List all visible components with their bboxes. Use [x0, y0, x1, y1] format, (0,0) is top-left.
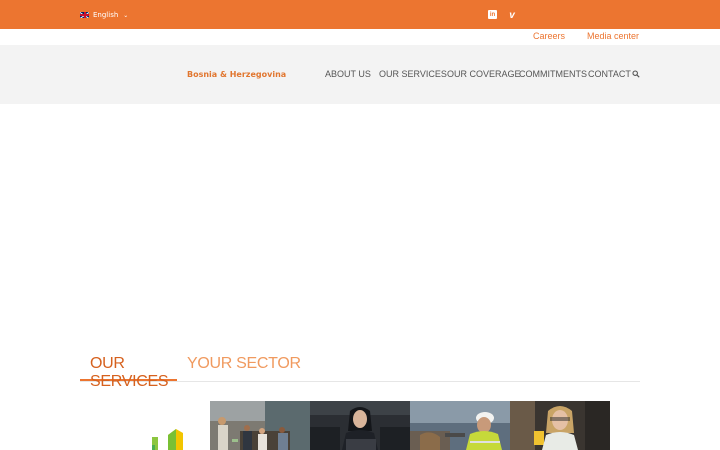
services-logo-icon [152, 429, 183, 450]
main-header: Bosnia & Herzegovina ABOUT US OUR SERVIC… [0, 45, 720, 104]
chevron-down-icon: ⌄ [123, 11, 129, 19]
site-brand[interactable]: Bosnia & Herzegovina [187, 70, 286, 79]
careers-link[interactable]: Careers [533, 31, 565, 43]
business-woman-photo[interactable] [310, 401, 410, 450]
nav-about-us[interactable]: ABOUT US [325, 69, 371, 79]
tab-our-services[interactable]: OUR SERVICES [80, 355, 177, 390]
language-label: English [93, 11, 119, 19]
linkedin-icon[interactable]: in [488, 10, 497, 19]
nav-our-coverage[interactable]: OUR COVERAGE [447, 69, 521, 79]
nav-commitments[interactable]: COMMITMENTS [519, 69, 587, 79]
media-center-link[interactable]: Media center [587, 31, 639, 43]
uk-flag-icon [80, 12, 89, 18]
office-meeting-photo[interactable] [210, 401, 310, 450]
engineer-woman-photo[interactable] [510, 401, 610, 450]
construction-worker-photo[interactable] [410, 401, 510, 450]
nav-our-services[interactable]: OUR SERVICES [379, 69, 447, 79]
service-photos [210, 401, 610, 450]
search-icon[interactable] [632, 70, 640, 78]
services-tabs: OUR SERVICES YOUR SECTOR [80, 350, 640, 390]
top-bar: English ⌄ in v [0, 0, 720, 29]
language-selector[interactable]: English ⌄ [80, 9, 128, 21]
vimeo-icon[interactable]: v [507, 10, 517, 21]
tab-your-sector[interactable]: YOUR SECTOR [187, 355, 301, 381]
nav-contact[interactable]: CONTACT [588, 69, 631, 79]
